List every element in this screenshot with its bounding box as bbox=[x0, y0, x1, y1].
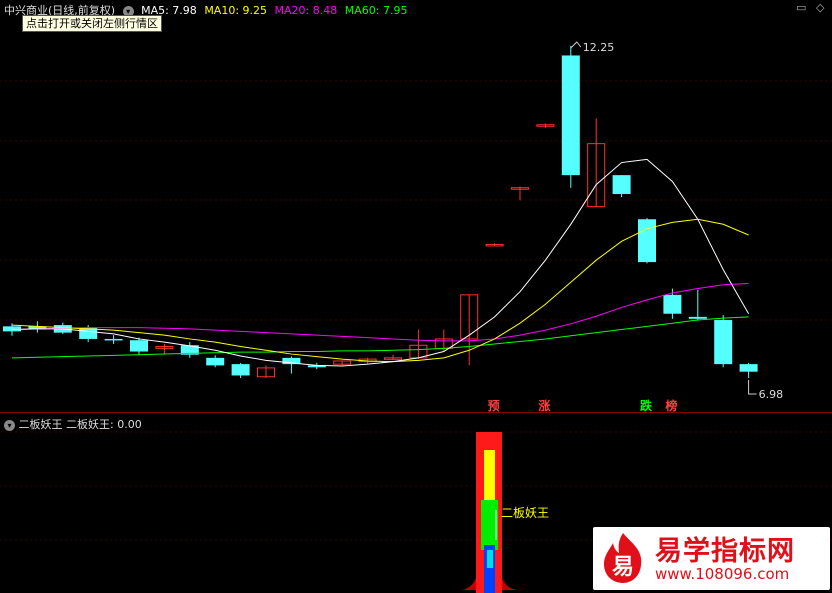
candle-body-down bbox=[663, 294, 682, 314]
indicator-base-curve bbox=[502, 578, 516, 590]
candle-body-down bbox=[612, 175, 631, 195]
candle-body-down bbox=[206, 357, 225, 366]
candle-body-down bbox=[714, 320, 733, 365]
indicator-bar-blue bbox=[484, 545, 495, 593]
price-chart[interactable]: 12.25 6.98 预 涨 跌榜 bbox=[0, 0, 832, 412]
candle-body-down bbox=[104, 338, 123, 341]
indicator-bar-green bbox=[481, 500, 498, 550]
signal-label: 榜 bbox=[665, 398, 677, 412]
ma60-line bbox=[11, 316, 749, 359]
candle-body-down bbox=[638, 219, 656, 263]
indicator-bar-yellow bbox=[484, 450, 495, 593]
signal-label: 预 bbox=[488, 399, 500, 412]
watermark-banner: 易 易学指标网 www.108096.com bbox=[593, 527, 830, 590]
low-price-marker bbox=[748, 380, 757, 395]
indicator-bar-label: 二板妖王 bbox=[501, 506, 549, 520]
indicator-header-text: 二板妖王 二板妖王: 0.00 bbox=[18, 418, 142, 431]
signal-label: 跌 bbox=[640, 398, 653, 412]
watermark-url: www.108096.com bbox=[655, 565, 790, 583]
ma5-line bbox=[11, 158, 750, 367]
candle-body-down bbox=[561, 55, 580, 176]
stock-chart-window: 中兴商业(日线,前复权) ▾ MA5: 7.98 MA10: 9.25 MA20… bbox=[0, 0, 832, 593]
high-price-marker bbox=[570, 41, 582, 49]
indicator-header: ▾ 二板妖王 二板妖王: 0.00 bbox=[4, 416, 142, 432]
indicator-bar-cyan bbox=[487, 550, 493, 568]
flame-logo-icon: 易 bbox=[604, 533, 642, 583]
candle-body-down bbox=[739, 364, 758, 372]
panel-divider[interactable] bbox=[0, 412, 832, 413]
indicator-bar-red bbox=[476, 432, 502, 593]
indicator-base-curve bbox=[462, 578, 476, 590]
signal-label: 涨 bbox=[538, 398, 550, 412]
candle-body-down bbox=[231, 364, 250, 376]
low-price-label: 6.98 bbox=[759, 388, 784, 401]
high-price-label: 12.25 bbox=[583, 41, 615, 54]
chevron-down-icon[interactable]: ▾ bbox=[4, 419, 15, 431]
ma20-line bbox=[11, 283, 749, 342]
candle-body-down bbox=[688, 316, 707, 319]
candle-body-down bbox=[130, 340, 148, 352]
watermark-title: 易学指标网 bbox=[655, 536, 795, 567]
watermark-logo-char: 易 bbox=[612, 555, 634, 580]
